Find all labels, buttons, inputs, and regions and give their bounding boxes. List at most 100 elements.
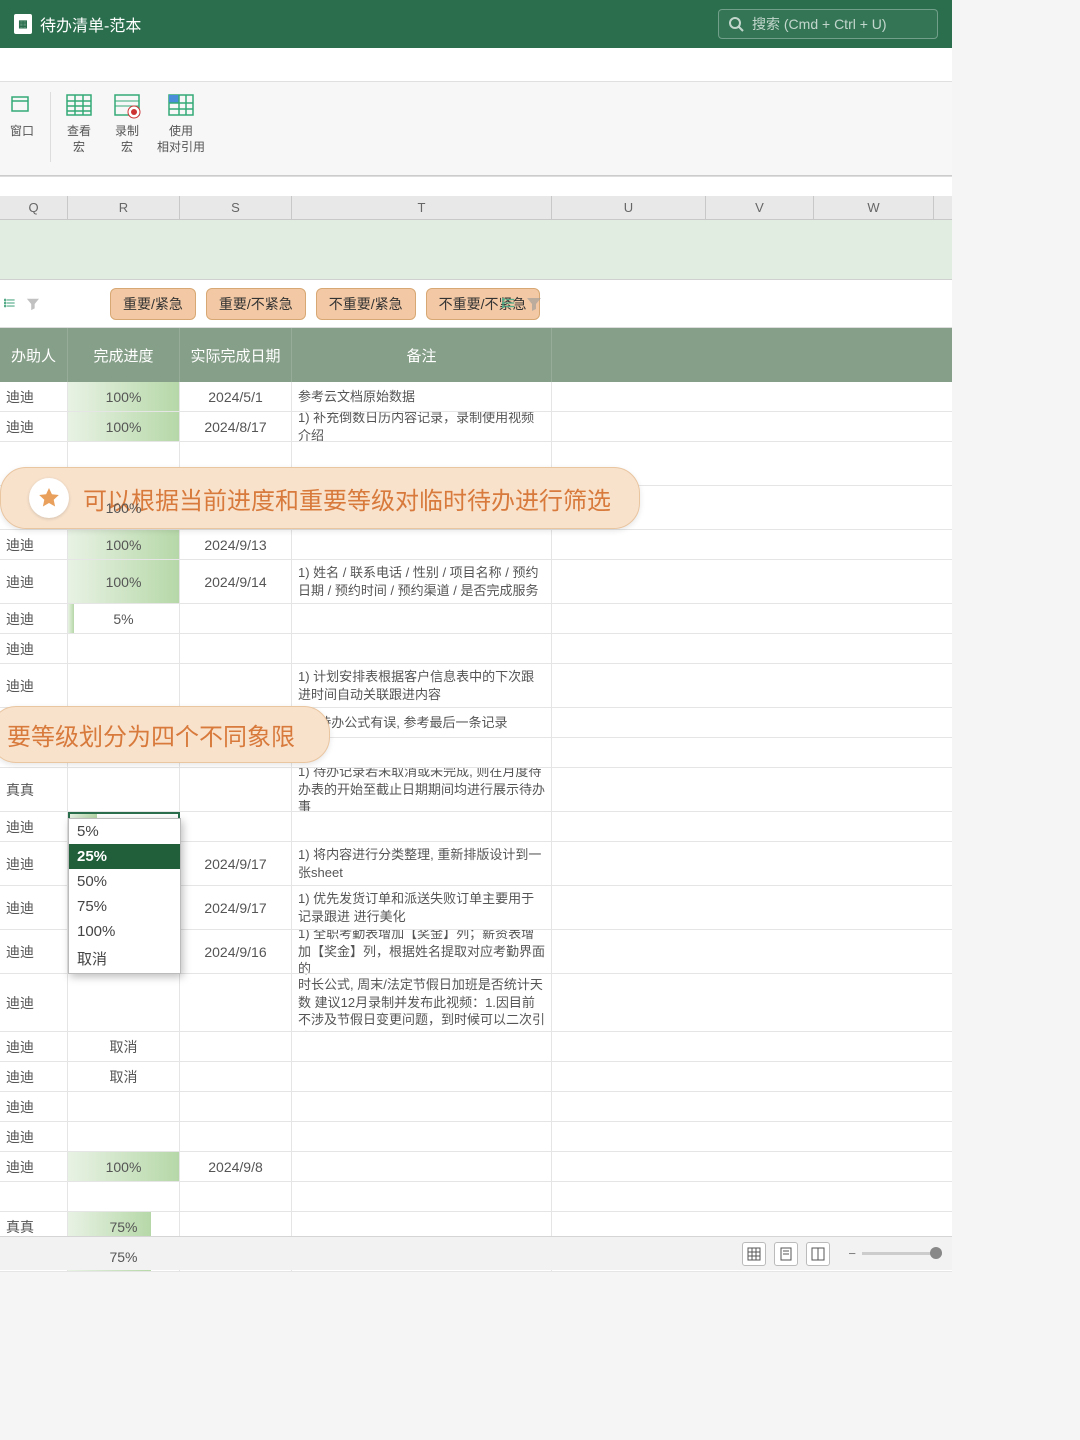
cell-note[interactable] (292, 738, 552, 767)
opt-75[interactable]: 75% (69, 894, 180, 919)
cell-helper[interactable]: 迪迪 (0, 664, 68, 707)
ribbon-use-relative[interactable]: 使用 相对引用 (151, 88, 211, 155)
cell-helper[interactable]: 迪迪 (0, 974, 68, 1031)
cell-note[interactable] (292, 1122, 552, 1151)
cell-helper[interactable]: 迪迪 (0, 382, 68, 411)
cell-date[interactable] (180, 604, 292, 633)
cell-date[interactable]: 2024/9/17 (180, 886, 292, 929)
cell-date[interactable]: 2024/9/13 (180, 530, 292, 559)
opt-50[interactable]: 50% (69, 869, 180, 894)
cell-note[interactable]: / 月待办公式有误, 参考最后一条记录 (292, 708, 552, 737)
opt-5[interactable]: 5% (69, 819, 180, 844)
cell-note[interactable] (292, 1152, 552, 1181)
cell-note[interactable] (292, 1182, 552, 1211)
cell-note[interactable]: 1) 计划安排表根据客户信息表中的下次跟进时间自动关联跟进内容 (292, 664, 552, 707)
cell-date[interactable] (180, 974, 292, 1031)
funnel-icon[interactable] (526, 296, 542, 312)
col-S[interactable]: S (180, 196, 292, 219)
cell-progress[interactable] (68, 1182, 180, 1211)
cell-note[interactable]: 参考云文档原始数据 (292, 382, 552, 411)
opt-cancel[interactable]: 取消 (69, 944, 180, 973)
cell-progress[interactable]: 100% (68, 530, 180, 559)
cell-date[interactable]: 2024/9/17 (180, 842, 292, 885)
zoom-slider[interactable]: − (848, 1246, 942, 1261)
ribbon-record-macro[interactable]: 录制 宏 (103, 88, 151, 155)
cell-date[interactable]: 2024/8/17 (180, 412, 292, 441)
col-T[interactable]: T (292, 196, 552, 219)
cell-helper[interactable]: 迪迪 (0, 842, 68, 885)
cell-date[interactable] (180, 664, 292, 707)
cell-note[interactable]: 1) 补充倒数日历内容记录，录制使用视频介绍 (292, 412, 552, 441)
cell-progress[interactable] (68, 634, 180, 663)
progress-dropdown[interactable]: 5% 25% 50% 75% 100% 取消 (68, 818, 181, 974)
cell-note[interactable]: 1) 全职考勤表增加【奖金】列；薪资表增加【奖金】列，根据姓名提取对应考勤界面的 (292, 930, 552, 973)
ribbon-view-macros[interactable]: 查看 宏 (55, 88, 103, 155)
cell-progress[interactable] (68, 664, 180, 707)
cell-helper[interactable] (0, 1182, 68, 1211)
cell-progress[interactable] (68, 768, 180, 811)
cell-note[interactable] (292, 1092, 552, 1121)
cell-date[interactable] (180, 768, 292, 811)
cell-note[interactable] (292, 634, 552, 663)
cell-date[interactable] (180, 1032, 292, 1061)
cell-helper[interactable]: 迪迪 (0, 530, 68, 559)
cell-helper[interactable]: 迪迪 (0, 812, 68, 841)
cell-helper[interactable]: 迪迪 (0, 930, 68, 973)
cell-progress[interactable] (68, 1122, 180, 1151)
chip-notimportant-urgent[interactable]: 不重要/紧急 (316, 288, 416, 320)
view-page-break[interactable] (806, 1242, 830, 1266)
chip-important-noturgent[interactable]: 重要/不紧急 (206, 288, 306, 320)
cell-note[interactable] (292, 1062, 552, 1091)
cell-helper[interactable]: 迪迪 (0, 1062, 68, 1091)
funnel-icon[interactable] (26, 296, 40, 312)
chip-important-urgent[interactable]: 重要/紧急 (110, 288, 196, 320)
cell-date[interactable] (180, 634, 292, 663)
view-normal[interactable] (742, 1242, 766, 1266)
cell-progress[interactable]: 100% (68, 382, 180, 411)
cell-date[interactable]: 2024/5/1 (180, 382, 292, 411)
cell-progress[interactable]: 取消 (68, 1062, 180, 1091)
cell-helper[interactable]: 迪迪 (0, 1092, 68, 1121)
cell-helper[interactable]: 迪迪 (0, 886, 68, 929)
cell-progress[interactable]: 100% (68, 560, 180, 603)
cell-note[interactable] (292, 1032, 552, 1061)
cell-note[interactable]: 1) 打卡明细表添加了辅助列, 重新连接加班时长公式, 周末/法定节假日加班是否… (292, 974, 552, 1031)
zoom-out[interactable]: − (848, 1246, 856, 1261)
cell-date[interactable] (180, 812, 292, 841)
cell-note[interactable]: 1) 优先发货订单和派送失败订单主要用于记录跟进 进行美化 (292, 886, 552, 929)
cell-note[interactable]: 1) 姓名 / 联系电话 / 性别 / 项目名称 / 预约日期 / 预约时间 /… (292, 560, 552, 603)
cell-helper[interactable]: 迪迪 (0, 1152, 68, 1181)
cell-helper[interactable]: 迪迪 (0, 560, 68, 603)
cell-note[interactable] (292, 530, 552, 559)
cell-helper[interactable]: 迪迪 (0, 634, 68, 663)
cell-progress[interactable] (68, 1092, 180, 1121)
cell-progress[interactable] (68, 974, 180, 1031)
search-input[interactable]: 搜索 (Cmd + Ctrl + U) (718, 9, 938, 39)
cell-note[interactable]: 1) 将内容进行分类整理, 重新排版设计到一张sheet (292, 842, 552, 885)
col-V[interactable]: V (706, 196, 814, 219)
cell-date[interactable] (180, 1122, 292, 1151)
col-U[interactable]: U (552, 196, 706, 219)
cell-progress[interactable]: 100% (68, 1152, 180, 1181)
cell-date[interactable]: 2024/9/14 (180, 560, 292, 603)
cell-helper[interactable]: 迪迪 (0, 412, 68, 441)
cell-date[interactable] (180, 1182, 292, 1211)
opt-100[interactable]: 100% (69, 919, 180, 944)
cell-date[interactable]: 2024/9/16 (180, 930, 292, 973)
list-icon[interactable] (502, 296, 516, 310)
cell-progress[interactable]: 取消 (68, 1032, 180, 1061)
col-W[interactable]: W (814, 196, 934, 219)
ribbon-window[interactable]: 窗口 (0, 88, 46, 140)
cell-note[interactable] (292, 812, 552, 841)
cell-helper[interactable]: 迪迪 (0, 604, 68, 633)
list-icon[interactable] (4, 296, 16, 310)
cell-date[interactable] (180, 1092, 292, 1121)
cell-note[interactable] (292, 604, 552, 633)
view-page-layout[interactable] (774, 1242, 798, 1266)
cell-helper[interactable]: 迪迪 (0, 1032, 68, 1061)
opt-25[interactable]: 25% (69, 844, 180, 869)
cell-date[interactable] (180, 1062, 292, 1091)
cell-progress[interactable]: 100% (68, 412, 180, 441)
cell-progress[interactable]: 5% (68, 604, 180, 633)
cell-date[interactable]: 2024/9/8 (180, 1152, 292, 1181)
